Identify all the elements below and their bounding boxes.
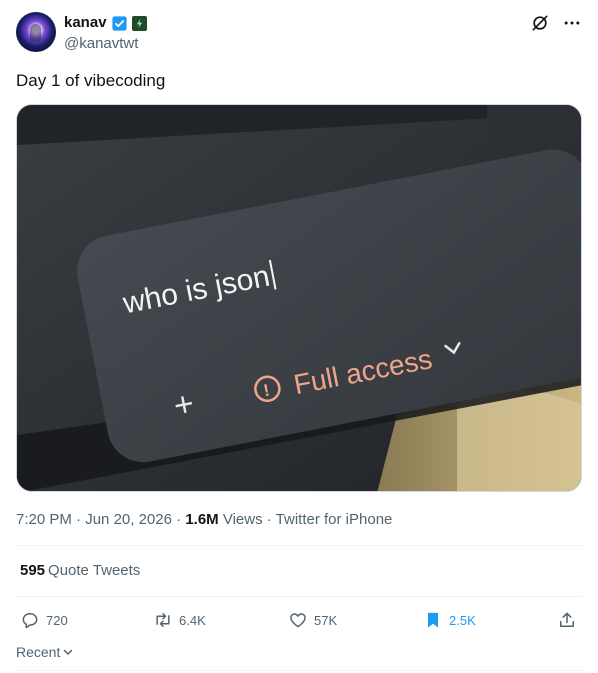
views-count: 1.6M bbox=[185, 511, 219, 528]
like-button[interactable]: 57K bbox=[288, 608, 337, 632]
divider bbox=[16, 670, 582, 671]
display-name[interactable]: kanav bbox=[64, 13, 107, 33]
views-label: Views bbox=[218, 511, 263, 528]
more-icon[interactable] bbox=[562, 13, 582, 33]
avatar[interactable] bbox=[16, 12, 56, 52]
reply-count: 720 bbox=[46, 612, 68, 628]
sort-label: Recent bbox=[16, 644, 61, 660]
meta-separator: · bbox=[262, 511, 276, 528]
tweet-source[interactable]: Twitter for iPhone bbox=[276, 511, 393, 528]
user-handle[interactable]: @kanavtwt bbox=[64, 34, 138, 54]
meta-separator: · bbox=[171, 511, 186, 528]
reply-icon bbox=[22, 613, 38, 629]
media-image: who is json + ! Full access bbox=[17, 105, 581, 491]
share-button[interactable] bbox=[557, 608, 577, 632]
quote-tweets-link[interactable]: 595 Quote Tweets bbox=[20, 561, 140, 581]
affiliate-badge-icon[interactable] bbox=[131, 15, 147, 31]
header-actions bbox=[530, 12, 582, 34]
reply-button[interactable]: 720 bbox=[20, 608, 68, 632]
divider bbox=[16, 545, 582, 546]
bookmark-button[interactable]: 2.5K bbox=[423, 608, 476, 632]
action-bar: 720 6.4K 57K 2.5K bbox=[16, 608, 582, 632]
verified-badge-icon bbox=[111, 15, 127, 31]
retweet-count: 6.4K bbox=[179, 612, 206, 628]
name-row: kanav bbox=[64, 13, 147, 33]
tweet-text: Day 1 of vibecoding bbox=[16, 71, 166, 90]
grok-icon[interactable] bbox=[530, 13, 550, 33]
bookmark-icon bbox=[428, 612, 438, 628]
retweet-button[interactable]: 6.4K bbox=[153, 608, 206, 632]
tweet-time[interactable]: 7:20 PM bbox=[16, 511, 72, 528]
bookmark-count: 2.5K bbox=[449, 612, 476, 628]
quote-count: 595 bbox=[20, 562, 46, 579]
quote-label: Quote Tweets bbox=[48, 562, 141, 579]
divider bbox=[16, 596, 582, 597]
tweet-date[interactable]: Jun 20, 2026 bbox=[85, 511, 172, 528]
heart-icon bbox=[290, 613, 306, 628]
chevron-down-icon bbox=[64, 649, 73, 656]
reply-sort-dropdown[interactable]: Recent bbox=[16, 643, 74, 661]
share-icon bbox=[560, 612, 574, 627]
tweet-media[interactable]: who is json + ! Full access bbox=[16, 104, 582, 492]
tweet-meta: 7:20 PM · Jun 20, 2026 · 1.6M Views · Tw… bbox=[16, 510, 392, 530]
retweet-icon bbox=[156, 613, 170, 627]
like-count: 57K bbox=[314, 612, 338, 628]
meta-separator: · bbox=[71, 511, 86, 528]
tweet-header: kanav @kanavtwt bbox=[16, 12, 582, 56]
